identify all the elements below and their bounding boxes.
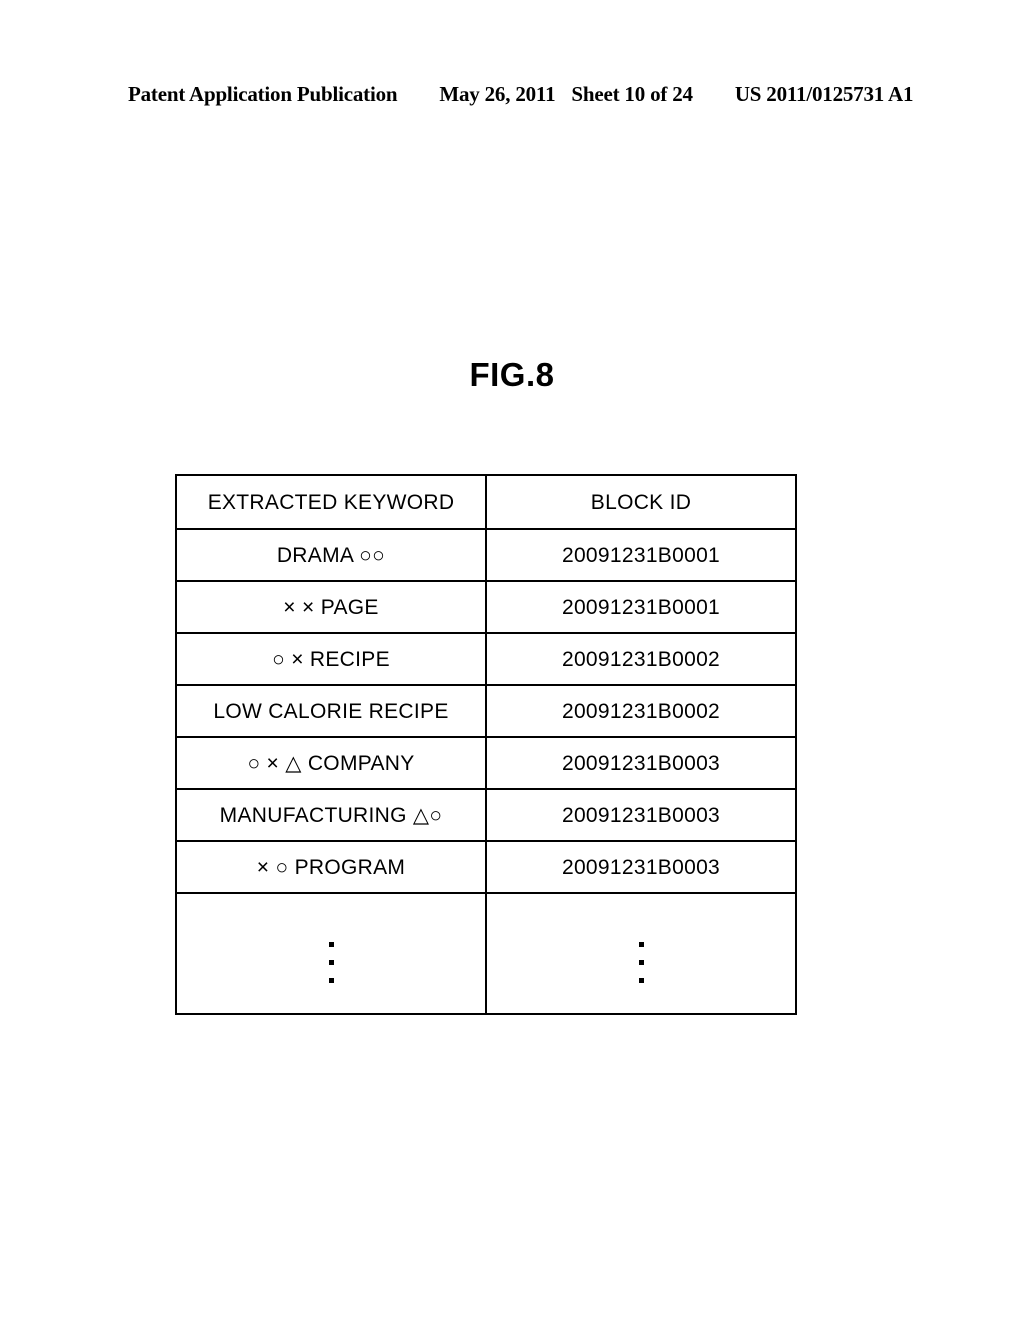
- keyword-block-id-table: EXTRACTED KEYWORD BLOCK ID DRAMA ○○ 2009…: [175, 474, 797, 1015]
- table-row: × ○ PROGRAM 20091231B0003: [175, 840, 797, 894]
- cell-block-id-continuation: [485, 892, 797, 1015]
- column-header-extracted-keyword: EXTRACTED KEYWORD: [175, 474, 487, 530]
- table-continuation-row: [175, 892, 797, 1015]
- table-row: MANUFACTURING △○ 20091231B0003: [175, 788, 797, 842]
- keyword-value: × × PAGE: [283, 595, 379, 619]
- publication-number: US 2011/0125731 A1: [734, 82, 914, 106]
- block-id-value: 20091231B0002: [561, 699, 721, 723]
- column-header-label: EXTRACTED KEYWORD: [207, 490, 455, 514]
- block-id-value: 20091231B0003: [561, 855, 721, 879]
- cell-block-id: 20091231B0001: [485, 580, 797, 634]
- cell-extracted-keyword: DRAMA ○○: [175, 528, 487, 582]
- table-header-row: EXTRACTED KEYWORD BLOCK ID: [175, 474, 797, 530]
- block-id-value: 20091231B0003: [561, 751, 721, 775]
- cell-block-id: 20091231B0003: [485, 788, 797, 842]
- keyword-value: ○ × △ COMPANY: [247, 751, 415, 775]
- cell-extracted-keyword: ○ × RECIPE: [175, 632, 487, 686]
- table-row: ○ × △ COMPANY 20091231B0003: [175, 736, 797, 790]
- table-row: LOW CALORIE RECIPE 20091231B0002: [175, 684, 797, 738]
- keyword-value: × ○ PROGRAM: [256, 855, 406, 879]
- keyword-value: ○ × RECIPE: [272, 647, 390, 671]
- table-row: × × PAGE 20091231B0001: [175, 580, 797, 634]
- block-id-value: 20091231B0003: [561, 803, 721, 827]
- publication-date: May 26, 2011: [439, 82, 556, 106]
- column-header-label: BLOCK ID: [590, 490, 692, 514]
- block-id-value: 20091231B0002: [561, 647, 721, 671]
- publication-label: Patent Application Publication: [128, 82, 398, 106]
- table-row: DRAMA ○○ 20091231B0001: [175, 528, 797, 582]
- block-id-value: 20091231B0001: [561, 595, 721, 619]
- cell-extracted-keyword-continuation: [175, 892, 487, 1015]
- cell-extracted-keyword: MANUFACTURING △○: [175, 788, 487, 842]
- cell-extracted-keyword: LOW CALORIE RECIPE: [175, 684, 487, 738]
- column-header-block-id: BLOCK ID: [485, 474, 797, 530]
- vertical-ellipsis-icon: [328, 942, 334, 983]
- block-id-value: 20091231B0001: [561, 543, 721, 567]
- keyword-value: DRAMA ○○: [276, 543, 386, 567]
- vertical-ellipsis-icon: [638, 942, 644, 983]
- cell-block-id: 20091231B0002: [485, 632, 797, 686]
- cell-extracted-keyword: × ○ PROGRAM: [175, 840, 487, 894]
- cell-block-id: 20091231B0002: [485, 684, 797, 738]
- cell-block-id: 20091231B0001: [485, 528, 797, 582]
- cell-block-id: 20091231B0003: [485, 736, 797, 790]
- keyword-value: LOW CALORIE RECIPE: [213, 699, 449, 723]
- cell-extracted-keyword: × × PAGE: [175, 580, 487, 634]
- keyword-value: MANUFACTURING △○: [219, 803, 443, 827]
- table-row: ○ × RECIPE 20091231B0002: [175, 632, 797, 686]
- sheet-number: Sheet 10 of 24: [571, 82, 693, 106]
- patent-page-header: Patent Application Publication May 26, 2…: [128, 82, 913, 112]
- figure-title: FIG.8: [469, 356, 555, 393]
- cell-block-id: 20091231B0003: [485, 840, 797, 894]
- cell-extracted-keyword: ○ × △ COMPANY: [175, 736, 487, 790]
